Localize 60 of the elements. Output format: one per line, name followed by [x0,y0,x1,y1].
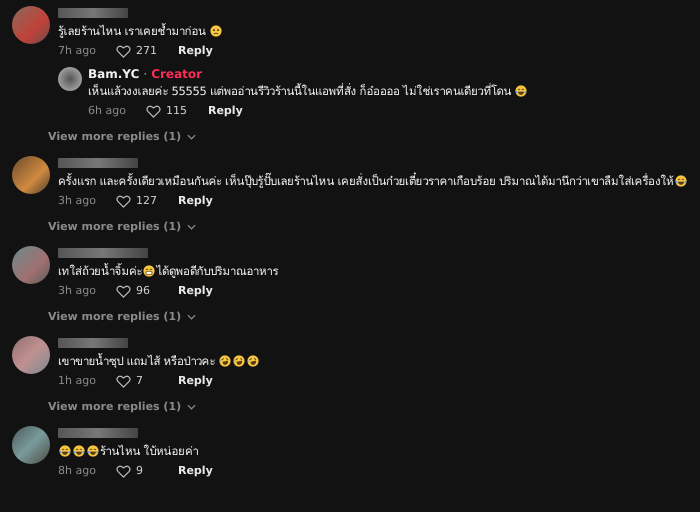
comment-text: ร้านไหน ใบ้หน่อยค่า [100,444,198,458]
emoji-icon [674,175,687,187]
view-more-replies-button[interactable]: View more replies (1) [48,310,278,324]
heart-icon[interactable] [116,374,131,388]
reply-button[interactable]: Reply [178,374,213,388]
chevron-down-icon [187,224,196,230]
comment-text: ครั้งแรก และครั้งเดียวเหมือนกันค่ะ เห็นปุ๊บรู้ปั๊บเลยร้านไหน เคยสั่งเป็นก๋วยเตี๋ยวราคาเกือบร้อย ปริมาณได้มานึกว่าเขาลืมใส่เครื่องให้ [58,174,674,188]
reply-button[interactable]: Reply [178,464,213,478]
heart-icon[interactable] [116,284,131,298]
author-name[interactable]: Bam.YC [88,67,140,82]
emoji-icon [73,445,85,457]
avatar-placeholder[interactable] [58,67,82,91]
timestamp: 6h ago [88,104,127,118]
blurred-username [58,338,128,348]
emoji-icon [143,265,156,277]
avatar-placeholder[interactable] [12,336,50,374]
comment-text: รู้เลยร้านไหน เราเคยช้ำมาก่อน [58,24,207,38]
timestamp: 1h ago [58,374,97,388]
like-count: 9 [136,464,143,478]
reply-button[interactable]: Reply [178,284,213,298]
like-count: 96 [136,284,150,298]
view-more-replies-button[interactable]: View more replies (1) [48,220,688,234]
chevron-down-icon [187,404,196,410]
view-more-replies-button[interactable]: View more replies (1) [48,130,528,144]
chevron-down-icon [187,134,196,140]
creator-label: Creator [151,67,202,82]
heart-icon[interactable] [116,44,131,58]
reply-button[interactable]: Reply [178,44,213,58]
reply-button[interactable]: Reply [208,104,243,118]
emoji-icon [515,85,528,97]
blurred-username [58,8,128,18]
comment-text: เทใส่ถ้วยน้ำจิ้มค่ะ [58,264,142,278]
emoji-icon [233,355,246,367]
avatar-placeholder[interactable] [12,246,50,284]
comment-text: เขาขายน้ำซุป แถมไส้ หรือป่าวคะ [58,354,216,368]
separator-dot: · [143,67,148,82]
heart-icon[interactable] [146,104,161,118]
emoji-icon [247,355,260,367]
comment-text: ได้ดูพอดีกับปริมาณอาหาร [156,264,278,278]
emoji-icon [219,355,232,367]
timestamp: 7h ago [58,44,97,58]
heart-icon[interactable] [116,194,131,208]
timestamp: 3h ago [58,284,97,298]
view-more-replies-button[interactable]: View more replies (1) [48,400,260,414]
emoji-icon [87,445,99,457]
chevron-down-icon [187,314,196,320]
avatar-placeholder[interactable] [12,6,50,44]
comment-text: เห็นแล้วงงเลยค่ะ 55555 แต่พออ่านรีวิวร้านนี้ในแอพที่สั่ง ก็อ๋ออออ ไม่ใช่เราคนเดียวที่โดน [88,84,512,98]
emoji-icon [59,445,71,457]
timestamp: 8h ago [58,464,97,478]
heart-icon[interactable] [116,464,131,478]
avatar-placeholder[interactable] [12,156,50,194]
like-count: 7 [136,374,143,388]
timestamp: 3h ago [58,194,97,208]
like-count: 271 [136,44,157,58]
like-count: 115 [166,104,187,118]
emoji-icon [210,25,222,37]
like-count: 127 [136,194,157,208]
reply-button[interactable]: Reply [178,194,213,208]
avatar-placeholder[interactable] [12,426,50,464]
